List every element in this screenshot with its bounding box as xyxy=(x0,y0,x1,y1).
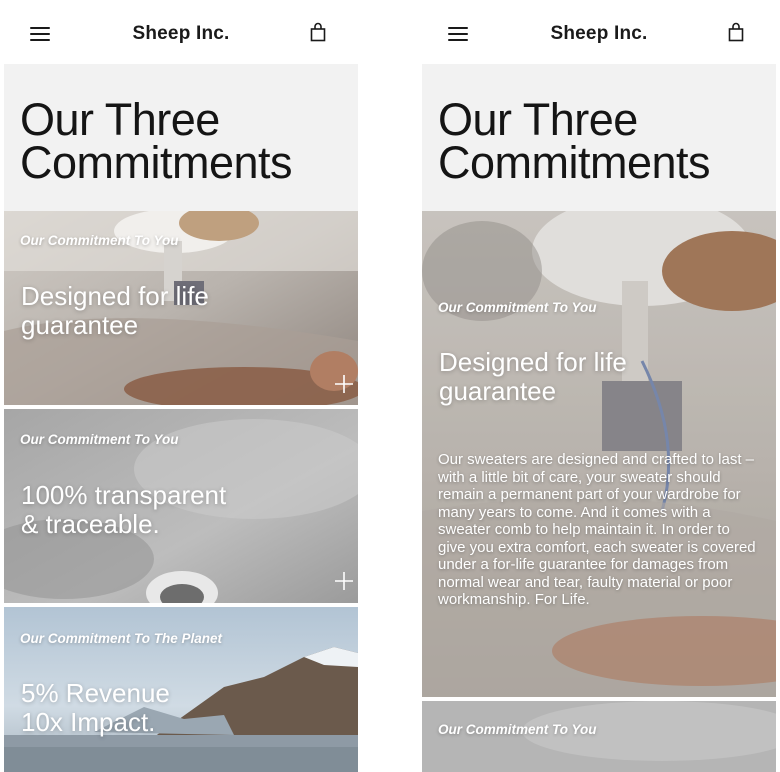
commitment-card-designed-for-life-expanded[interactable]: Our Commitment To You Designed for life … xyxy=(422,211,776,697)
commitment-card-designed-for-life[interactable]: Our Commitment To You Designed for life … xyxy=(4,211,358,405)
phone-screen-collapsed: Sheep Inc. Our Three Commitments Our Com… xyxy=(4,0,358,772)
page-title: Our Three Commitments xyxy=(438,94,711,188)
card-title: Designed for life guarantee xyxy=(439,347,627,406)
card-eyebrow: Our Commitment To You xyxy=(438,722,597,737)
commitment-card-revenue-impact[interactable]: Our Commitment To The Planet 5% Revenue … xyxy=(4,607,358,772)
brand-logo[interactable]: Sheep Inc. xyxy=(4,23,358,45)
phone-screen-expanded: Sheep Inc. Our Three Commitments Our Com… xyxy=(422,0,776,772)
hero-section: Our Three Commitments xyxy=(422,64,776,211)
card-eyebrow: Our Commitment To You xyxy=(20,233,179,248)
card-eyebrow: Our Commitment To The Planet xyxy=(20,631,223,646)
card-title: 100% transparent & traceable. xyxy=(21,480,227,539)
app-header: Sheep Inc. xyxy=(422,0,776,64)
brand-logo[interactable]: Sheep Inc. xyxy=(422,23,776,45)
commitment-card-transparent[interactable]: Our Commitment To You xyxy=(422,701,776,772)
app-header: Sheep Inc. xyxy=(4,0,358,64)
card-eyebrow: Our Commitment To You xyxy=(20,432,179,447)
page-title: Our Three Commitments xyxy=(20,94,293,188)
card-eyebrow: Our Commitment To You xyxy=(438,300,597,315)
plus-icon[interactable] xyxy=(333,373,355,395)
shopping-bag-icon[interactable] xyxy=(728,22,744,42)
card-title: 5% Revenue 10x Impact. xyxy=(21,678,170,737)
card-title: Designed for life guarantee xyxy=(21,281,209,340)
card-description: Our sweaters are designed and crafted to… xyxy=(438,451,756,608)
hero-section: Our Three Commitments xyxy=(4,64,358,211)
shopping-bag-icon[interactable] xyxy=(310,22,326,42)
plus-icon[interactable] xyxy=(333,570,355,592)
commitment-card-transparent[interactable]: Our Commitment To You 100% transparent &… xyxy=(4,409,358,603)
